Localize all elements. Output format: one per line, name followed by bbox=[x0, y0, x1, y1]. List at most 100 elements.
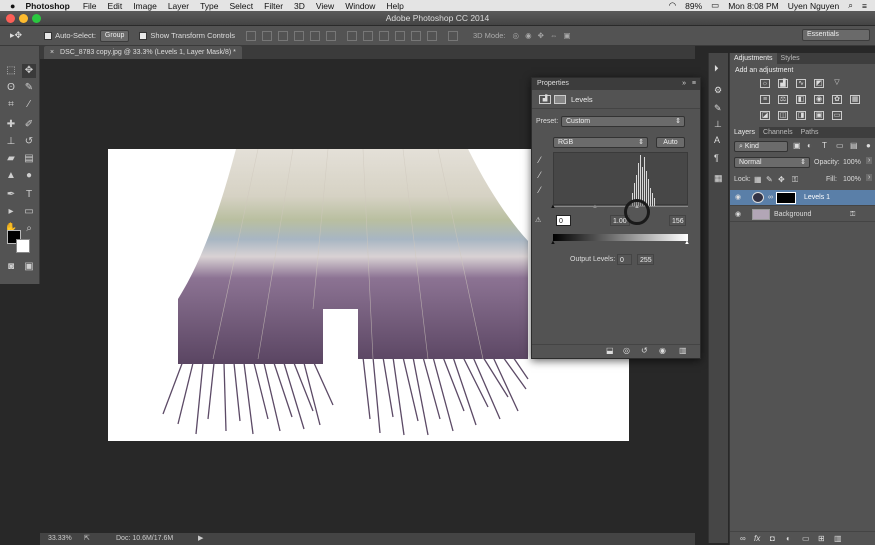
menu-type[interactable]: Type bbox=[200, 1, 218, 11]
healing-brush-tool-icon[interactable]: ✚ bbox=[4, 118, 18, 132]
distribute-bottom-icon[interactable] bbox=[379, 30, 390, 41]
filter-smart-icon[interactable]: ▤ bbox=[850, 141, 858, 150]
black-point-eyedropper-icon[interactable]: ⁄ bbox=[539, 155, 541, 165]
layer-row-levels[interactable]: ◉ ∞ Levels 1 bbox=[730, 190, 875, 206]
link-icon[interactable]: ∞ bbox=[768, 190, 773, 205]
link-layers-icon[interactable]: ∞ bbox=[740, 534, 746, 543]
output-gradient-bar[interactable] bbox=[553, 234, 688, 241]
distribute-top-icon[interactable] bbox=[347, 30, 358, 41]
hue-saturation-icon[interactable]: ≡ bbox=[760, 95, 770, 104]
photo-filter-icon[interactable]: ◉ bbox=[814, 95, 824, 104]
align-bottom-icon[interactable] bbox=[278, 30, 289, 41]
close-tab-icon[interactable]: × bbox=[50, 49, 54, 56]
auto-select-checkbox[interactable] bbox=[44, 31, 53, 40]
lasso-tool-icon[interactable]: ʘ bbox=[4, 81, 18, 95]
align-top-icon[interactable] bbox=[246, 30, 257, 41]
gradient-tool-icon[interactable]: ▤ bbox=[22, 152, 36, 166]
input-gamma-slider-handle[interactable]: ▲ bbox=[592, 204, 598, 210]
move-tool-icon[interactable]: ✥ bbox=[22, 64, 36, 78]
input-slider-track[interactable] bbox=[553, 206, 688, 207]
reset-icon[interactable]: ↺ bbox=[641, 346, 648, 355]
align-right-icon[interactable] bbox=[326, 30, 337, 41]
gradient-map-icon[interactable]: ▭ bbox=[832, 111, 842, 120]
workspace-dropdown[interactable]: Essentials bbox=[802, 29, 870, 41]
3d-rotate-icon[interactable]: ◎ bbox=[513, 31, 520, 40]
color-balance-icon[interactable]: ⚖ bbox=[778, 95, 788, 104]
blur-tool-icon[interactable]: ▲ bbox=[4, 169, 18, 183]
menu-layer[interactable]: Layer bbox=[168, 1, 189, 11]
path-select-tool-icon[interactable]: ▸ bbox=[4, 205, 18, 219]
app-menu[interactable]: Photoshop bbox=[25, 1, 69, 11]
output-white-field[interactable]: 255 bbox=[637, 254, 654, 265]
menu-3d[interactable]: 3D bbox=[294, 1, 305, 11]
brush-tool-icon[interactable]: ✐ bbox=[22, 118, 36, 132]
tab-styles[interactable]: Styles bbox=[777, 53, 804, 64]
blend-mode-dropdown[interactable]: Normal ⇕ bbox=[734, 157, 810, 168]
character-panel-icon[interactable]: A bbox=[714, 135, 720, 145]
vibrance-icon[interactable]: ▽ bbox=[832, 79, 842, 88]
wifi-icon[interactable]: ◠ bbox=[669, 0, 676, 11]
lock-all-icon[interactable]: ⚿ bbox=[792, 175, 798, 185]
visibility-icon[interactable]: ◉ bbox=[659, 346, 666, 355]
distribute-left-icon[interactable] bbox=[395, 30, 406, 41]
menu-image[interactable]: Image bbox=[133, 1, 157, 11]
history-brush-tool-icon[interactable]: ↺ bbox=[22, 135, 36, 149]
visibility-eye-icon[interactable]: ◉ bbox=[735, 190, 741, 205]
zoom-level[interactable]: 33.33% bbox=[48, 533, 72, 545]
paragraph-panel-icon[interactable]: ¶ bbox=[714, 153, 719, 163]
output-white-slider-handle[interactable]: ▲ bbox=[684, 240, 690, 246]
threshold-icon[interactable]: ◨ bbox=[796, 111, 806, 120]
marquee-tool-icon[interactable]: ⬚ bbox=[4, 64, 18, 78]
search-icon[interactable]: ⌕ bbox=[848, 0, 853, 11]
layer-row-background[interactable]: ◉ Background ⚿ bbox=[730, 207, 875, 222]
brush-panel-icon[interactable]: ✎ bbox=[714, 103, 722, 114]
lock-transparency-icon[interactable]: ▦ bbox=[754, 175, 762, 184]
user-name[interactable]: Uyen Nguyen bbox=[788, 1, 840, 11]
input-black-slider-handle[interactable]: ▲ bbox=[550, 204, 556, 210]
distribute-vcenter-icon[interactable] bbox=[363, 30, 374, 41]
quick-select-tool-icon[interactable]: ✎ bbox=[22, 81, 36, 95]
layer-name[interactable]: Background bbox=[774, 207, 811, 222]
menu-edit[interactable]: Edit bbox=[108, 1, 123, 11]
brightness-contrast-icon[interactable]: ☼ bbox=[760, 79, 770, 88]
posterize-icon[interactable]: ◫ bbox=[778, 111, 788, 120]
tab-channels[interactable]: Channels bbox=[759, 127, 797, 138]
layer-filter-dropdown[interactable]: ⌕ Kind bbox=[734, 141, 788, 152]
levels-adjust-icon[interactable]: ▟ bbox=[778, 79, 788, 88]
layer-name[interactable]: Levels 1 bbox=[804, 190, 830, 205]
channel-mixer-icon[interactable]: ✿ bbox=[832, 95, 842, 104]
datetime[interactable]: Mon 8:08 PM bbox=[728, 1, 779, 11]
lock-pixels-icon[interactable]: ✎ bbox=[766, 175, 773, 184]
distribute-right-icon[interactable] bbox=[427, 30, 438, 41]
output-black-field[interactable]: 0 bbox=[617, 254, 632, 265]
zoom-tool-icon[interactable]: ⌕ bbox=[22, 222, 36, 236]
filter-type-icon[interactable]: T bbox=[822, 141, 827, 150]
eyedropper-tool-icon[interactable]: ⁄ bbox=[22, 98, 36, 112]
panel-menu-icon[interactable]: ≡ bbox=[692, 78, 696, 90]
3d-roll-icon[interactable]: ◉ bbox=[525, 31, 532, 40]
screen-mode-icon[interactable]: ▣ bbox=[22, 260, 36, 274]
menu-select[interactable]: Select bbox=[230, 1, 254, 11]
properties-header[interactable]: Properties » ≡ bbox=[532, 78, 700, 90]
layer-mask-icon[interactable] bbox=[554, 95, 566, 104]
properties-tab[interactable]: Properties bbox=[537, 80, 569, 87]
visibility-eye-icon[interactable]: ◉ bbox=[735, 207, 741, 222]
menu-file[interactable]: File bbox=[83, 1, 97, 11]
new-layer-icon[interactable]: ⊞ bbox=[818, 534, 825, 543]
menu-view[interactable]: View bbox=[316, 1, 334, 11]
crop-tool-icon[interactable]: ⌗ bbox=[4, 98, 18, 112]
battery-percent[interactable]: 89% bbox=[685, 1, 702, 11]
dodge-tool-icon[interactable]: ● bbox=[22, 169, 36, 183]
properties-panel-icon[interactable]: ⚙ bbox=[714, 85, 722, 96]
tab-layers[interactable]: Layers bbox=[730, 127, 760, 138]
clone-source-icon[interactable]: ⊥ bbox=[714, 119, 722, 130]
white-point-eyedropper-icon[interactable]: ⁄ bbox=[539, 185, 541, 195]
layer-mask-thumbnail[interactable] bbox=[776, 192, 796, 204]
invert-icon[interactable]: ◪ bbox=[760, 111, 770, 120]
menu-filter[interactable]: Filter bbox=[264, 1, 283, 11]
background-thumbnail[interactable] bbox=[752, 209, 770, 220]
3d-slide-icon[interactable]: ⇔ bbox=[550, 31, 558, 40]
move-tool-preset-icon[interactable]: ▸✥ bbox=[10, 30, 22, 41]
quick-mask-icon[interactable]: ◙ bbox=[4, 260, 18, 274]
filter-shape-icon[interactable]: ▭ bbox=[836, 141, 844, 150]
